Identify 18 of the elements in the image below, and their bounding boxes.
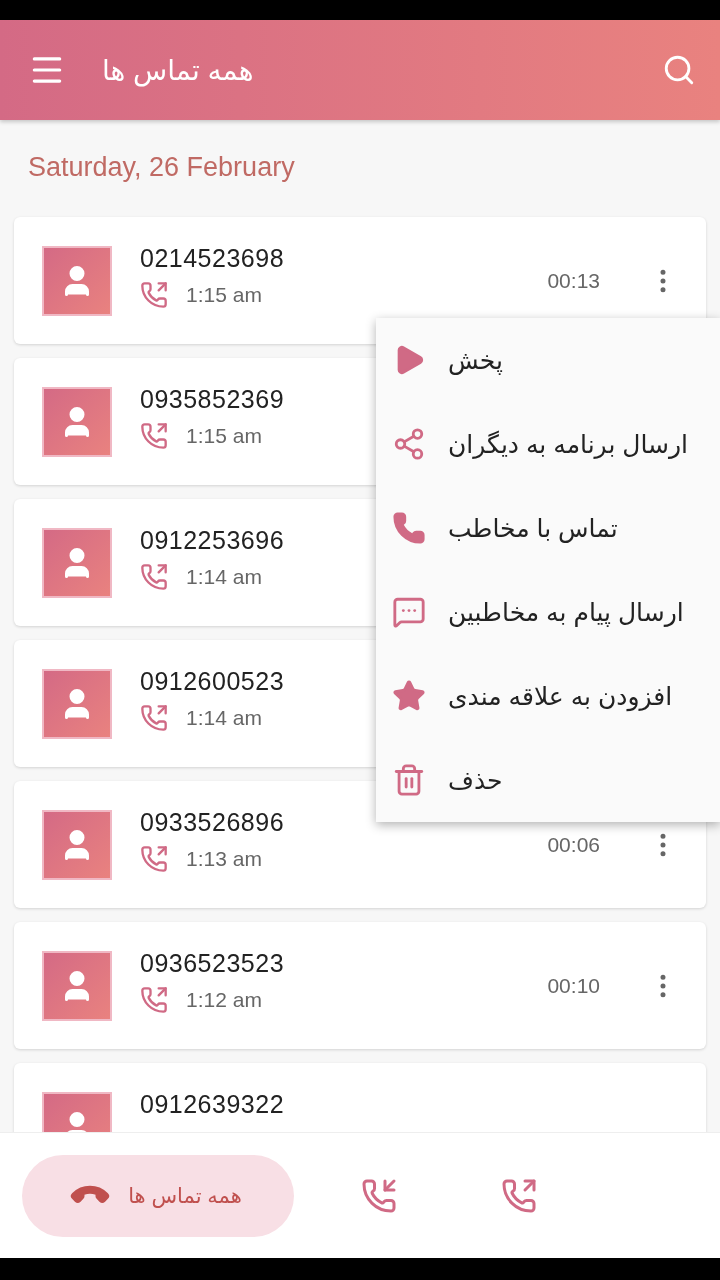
phone-number: 0912600523: [140, 668, 285, 696]
phone-number: 0912253696: [140, 527, 285, 555]
call-time: 1:13 am: [186, 846, 262, 871]
call-time: 1:15 am: [186, 423, 262, 448]
date-heading: Saturday, 26 February: [27, 151, 296, 184]
page-title: همه تماس ها: [102, 53, 255, 87]
phone-number: 0935852369: [140, 386, 285, 414]
call-time: 1:14 am: [186, 564, 262, 589]
call-time: 1:14 am: [186, 705, 262, 730]
phone-number: 0936523523: [140, 950, 285, 978]
phone-number: 0933526896: [140, 809, 285, 837]
call-time: 1:15 am: [186, 282, 262, 307]
call-time: 1:12 am: [186, 987, 262, 1012]
phone-number: 0912639322: [140, 1091, 285, 1119]
call-duration: 00:10: [547, 973, 600, 998]
call-duration: 00:13: [547, 268, 600, 293]
phone-number: 0214523698: [140, 245, 285, 273]
call-duration: 00:06: [547, 832, 600, 857]
